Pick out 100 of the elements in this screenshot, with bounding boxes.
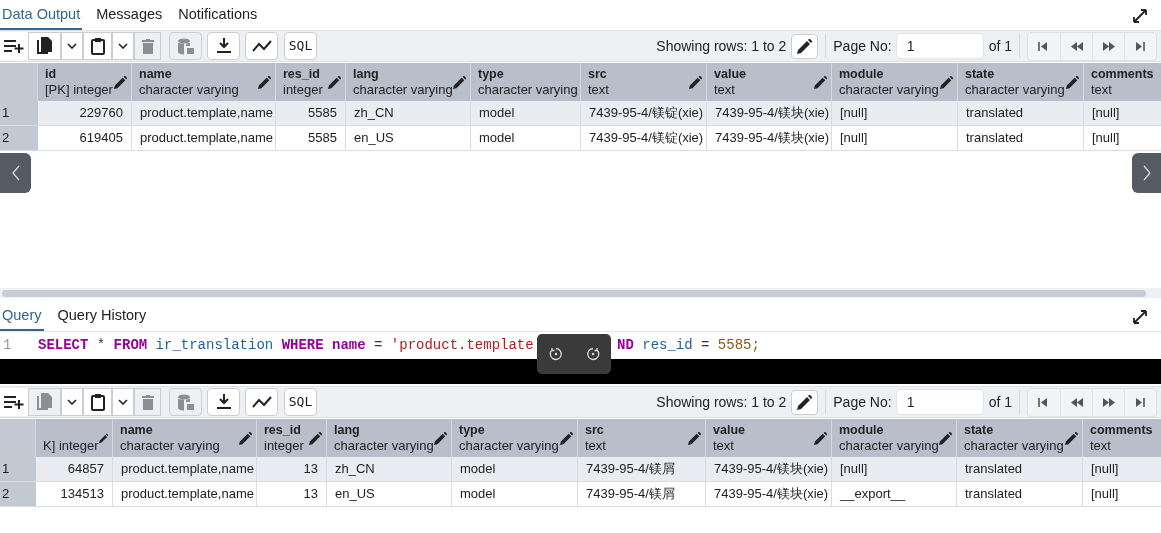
edit-button[interactable] [791,33,819,59]
sql-button[interactable]: SQL [284,32,317,60]
column-type: text [713,438,735,454]
sql-button[interactable]: SQL [284,388,317,416]
column-type: text [714,82,736,98]
table-cell: [null] [1084,126,1161,150]
column-type: character varying [839,82,940,98]
code-token: FROM [113,336,148,355]
column-type: character varying [139,82,240,98]
copy-icon [36,37,53,55]
column-type: text [1091,82,1113,98]
paste-button[interactable] [83,32,112,60]
next-image-button[interactable] [1132,153,1161,193]
column-name: src [588,66,608,82]
tab[interactable]: Notifications [176,2,260,30]
trash-icon [141,394,154,410]
pencil-icon [434,431,447,445]
table-cell: translated [958,126,1084,150]
table-cell: 7439-95-4/镁锭(xie) [581,126,707,150]
table-cell: product.template,name [113,482,257,506]
table-cell: 5585 [276,101,346,125]
row-number[interactable]: 2 [0,482,36,506]
column-type: integer [264,438,305,454]
column-type: text [1090,438,1112,454]
clipboard-icon [90,393,105,411]
paste-button[interactable] [83,388,112,416]
code-token: 5585; [717,336,760,355]
pencil-icon [98,431,108,445]
table-cell: product.template,name [132,126,276,150]
download-button[interactable] [207,32,240,60]
code-token: = [701,336,710,355]
pencil-icon [689,75,702,89]
skip-last-icon [1134,40,1147,52]
tab[interactable]: Messages [94,2,165,30]
table-cell: 7439-95-4/镁屑 [578,457,706,481]
table-cell: 64857 [36,457,113,481]
row-number[interactable]: 2 [0,126,38,150]
column-name: type [459,422,486,438]
pencil-icon [258,75,271,89]
pencil-icon [560,431,573,445]
pencil-icon [814,75,827,89]
pencil-icon [453,75,466,89]
page-number-label: Page No: [833,392,892,412]
download-icon [216,38,231,54]
code-token: ir_translation [155,336,274,355]
add-row-button[interactable] [0,32,28,60]
expand-icon[interactable] [1133,9,1147,23]
column-type: text [588,82,610,98]
table-cell: translated [958,101,1084,125]
download-button[interactable] [207,388,240,416]
pencil-icon [797,38,813,54]
edit-button[interactable] [791,389,819,415]
clipboard-icon [90,37,105,55]
caret-button[interactable] [61,32,83,60]
fast-forward-icon [1102,396,1115,408]
caret-button[interactable] [112,32,134,60]
caret-button[interactable] [61,388,83,416]
row-number[interactable]: 1 [0,457,36,481]
code-token: * [96,336,106,355]
horizontal-scrollbar[interactable] [0,288,1161,298]
table-cell: translated [957,482,1083,506]
column-type: K] integer [43,438,99,454]
graph-button[interactable] [245,32,278,60]
table-cell: [null] [1083,457,1161,481]
table-cell: 13 [257,482,327,506]
database-icon [177,393,194,411]
graph-button[interactable] [245,388,278,416]
pencil-icon [239,431,252,445]
table-cell: product.template,name [113,457,257,481]
previous-image-button[interactable] [0,153,31,193]
column-type: character varying [120,438,221,454]
page-number-field[interactable]: 1 [895,389,984,415]
page-total-label: of 1 [988,36,1012,56]
column-type: text [585,438,607,454]
tab[interactable]: Query History [55,303,149,331]
expand-icon[interactable] [1133,310,1147,324]
table-cell: zh_CN [327,457,452,481]
tab[interactable]: Query [0,303,44,331]
code-token: name [332,336,366,355]
rotate-icon[interactable] [585,347,600,361]
column-name: state [964,422,995,438]
column-name: res_id [264,422,302,438]
page-number-field[interactable]: 1 [895,33,984,59]
add-row-button[interactable] [0,388,28,416]
copy-button[interactable] [28,32,61,60]
table-cell: [null] [832,457,957,481]
column-type: character varying [334,438,434,454]
caret-button[interactable] [112,388,134,416]
column-type: character varying [353,82,453,98]
row-number[interactable]: 1 [0,101,38,125]
table-cell: translated [957,457,1083,481]
pencil-icon [797,394,813,410]
fast-forward-icon [1102,40,1115,52]
rotate-icon[interactable] [548,347,563,361]
table-cell: 7439-95-4/镁块(xie) [707,126,832,150]
pencil-icon [814,431,827,445]
column-name: id [45,66,58,82]
page-total-label: of 1 [988,392,1012,412]
table-cell: 134513 [36,482,113,506]
line-graph-icon [251,396,272,408]
